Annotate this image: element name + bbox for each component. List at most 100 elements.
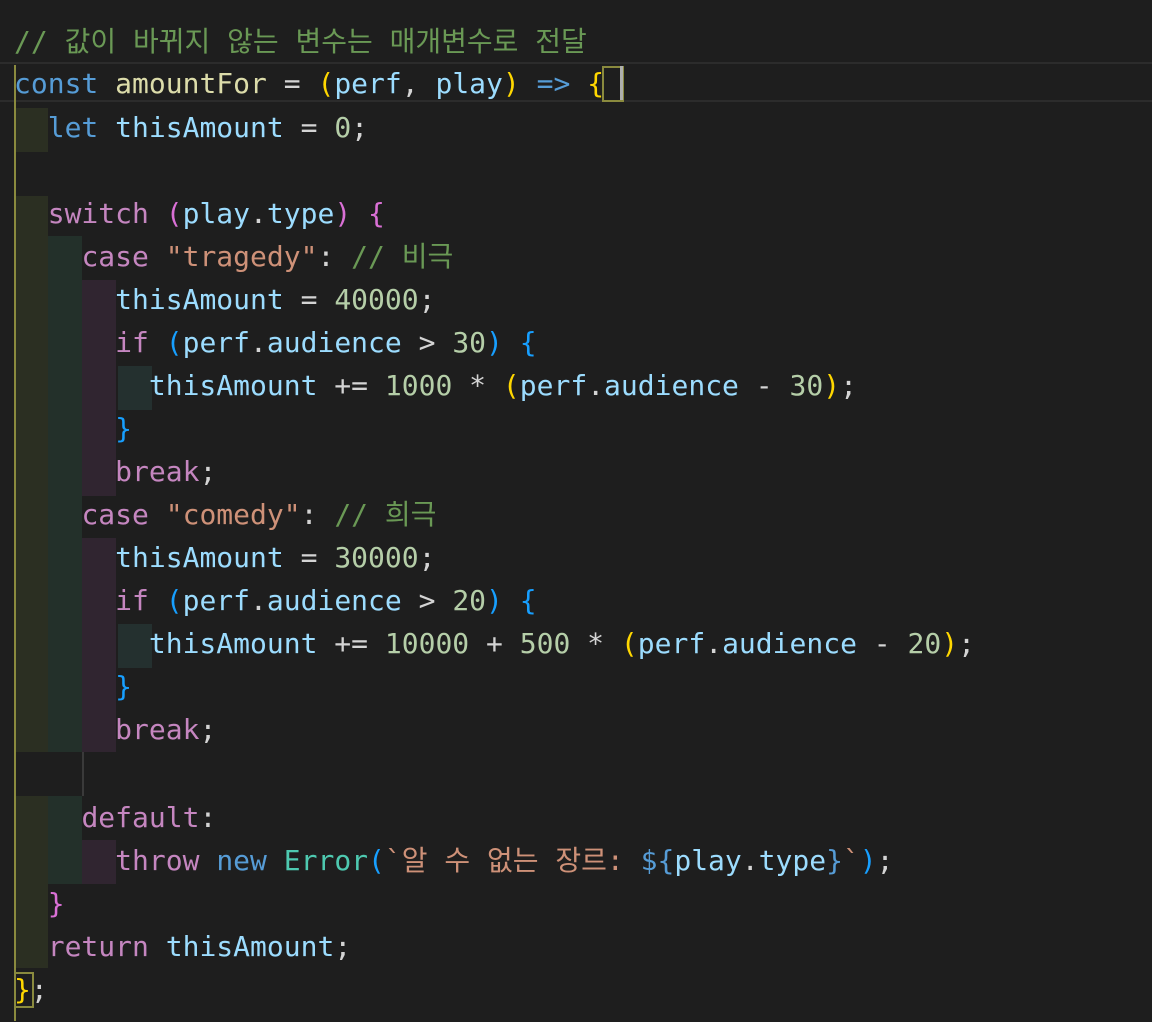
code-line-text: } (14, 665, 132, 708)
code-token: perf (637, 627, 706, 660)
code-token: => (536, 67, 571, 100)
code-line-text: if (perf.audience > 20) { (14, 579, 536, 622)
code-token: return (47, 930, 149, 963)
code-line[interactable]: // 값이 바뀌지 않는 변수는 매개변수로 전달 (0, 20, 1152, 63)
code-token: const (14, 67, 99, 100)
code-token: * (452, 369, 503, 402)
code-line[interactable]: thisAmount = 40000; (0, 278, 1152, 321)
code-token: break (115, 713, 200, 746)
code-line[interactable]: break; (0, 708, 1152, 751)
code-token: ) (486, 326, 503, 359)
code-token: 0 (334, 111, 352, 144)
code-token: ; (351, 111, 369, 144)
code-token: play (674, 844, 742, 877)
code-line-text: thisAmount = 30000; (14, 536, 435, 579)
code-line-text: const amountFor = (perf, play) => { (14, 62, 604, 105)
code-token: = (283, 283, 335, 316)
code-line[interactable]: let thisAmount = 0; (0, 106, 1152, 149)
code-token: - (856, 627, 908, 660)
code-token: : (317, 240, 352, 273)
code-token: 20 (452, 584, 487, 617)
code-token: + (469, 627, 520, 660)
code-line[interactable]: default: (0, 796, 1152, 839)
code-line-text: default: (14, 796, 216, 839)
code-line-text: throw new Error(`알 수 없는 장르: ${play.type}… (14, 839, 894, 882)
code-line[interactable]: thisAmount += 10000 + 500 * (perf.audien… (0, 622, 1152, 665)
code-token: , (401, 67, 436, 100)
code-line[interactable] (0, 751, 1152, 794)
code-editor[interactable]: // 값이 바뀌지 않는 변수는 매개변수로 전달 const amountFor… (0, 0, 1152, 1022)
code-line[interactable]: switch (play.type) { (0, 192, 1152, 235)
code-token: { (368, 197, 385, 230)
code-line[interactable]: return thisAmount; (0, 925, 1152, 968)
code-line[interactable]: case "comedy": // 희극 (0, 493, 1152, 536)
code-token: : (199, 801, 217, 834)
code-token: ; (840, 369, 857, 402)
code-token: default (81, 801, 200, 834)
code-line-text: }; (14, 968, 48, 1011)
code-token: 20 (907, 627, 942, 660)
code-token: audience (266, 584, 402, 617)
code-line-text: return thisAmount; (14, 925, 351, 968)
code-line-text: // 값이 바뀌지 않는 변수는 매개변수로 전달 (14, 20, 587, 63)
code-token: ; (199, 455, 217, 488)
code-line[interactable]: if (perf.audience > 30) { (0, 321, 1152, 364)
code-line[interactable]: } (0, 882, 1152, 925)
code-line[interactable]: thisAmount += 1000 * (perf.audience - 30… (0, 364, 1152, 407)
code-token: ) (486, 584, 503, 617)
code-token: thisAmount (165, 930, 335, 963)
code-token: > (401, 326, 453, 359)
code-token: ( (502, 369, 520, 402)
code-token: ( (165, 326, 183, 359)
code-token: thisAmount (115, 111, 284, 144)
code-token: ( (317, 67, 335, 100)
code-line[interactable]: break; (0, 450, 1152, 493)
code-token: 1000 (384, 369, 453, 402)
code-token: perf (519, 369, 588, 402)
code-token: type (266, 197, 335, 230)
code-token: "comedy" (165, 498, 301, 531)
code-line[interactable]: case "tragedy": // 비극 (0, 235, 1152, 278)
code-token: Error (283, 844, 369, 877)
code-token: audience (266, 326, 402, 359)
code-line[interactable]: } (0, 407, 1152, 450)
code-token: 40000 (334, 283, 419, 316)
code-token: } (47, 887, 65, 920)
code-token: = (266, 67, 318, 100)
code-token: ; (876, 844, 894, 877)
code-line[interactable]: thisAmount = 30000; (0, 536, 1152, 579)
code-token: // 비극 (351, 240, 454, 273)
code-line[interactable]: const amountFor = (perf, play) => { (0, 62, 1152, 105)
code-line[interactable]: throw new Error(`알 수 없는 장르: ${play.type}… (0, 839, 1152, 882)
code-token: 500 (519, 627, 571, 660)
code-line[interactable]: if (perf.audience > 20) { (0, 579, 1152, 622)
code-line[interactable] (0, 150, 1152, 193)
code-token: . (250, 326, 267, 359)
text-cursor (620, 66, 623, 100)
code-line[interactable]: } (0, 665, 1152, 708)
code-line[interactable]: }; (0, 968, 1152, 1011)
code-token: play (182, 197, 251, 230)
code-line-text: } (14, 882, 65, 925)
code-line-text: let thisAmount = 0; (14, 106, 368, 149)
code-token: ; (418, 283, 436, 316)
code-token: 30000 (334, 541, 419, 574)
code-token: } (826, 844, 843, 877)
